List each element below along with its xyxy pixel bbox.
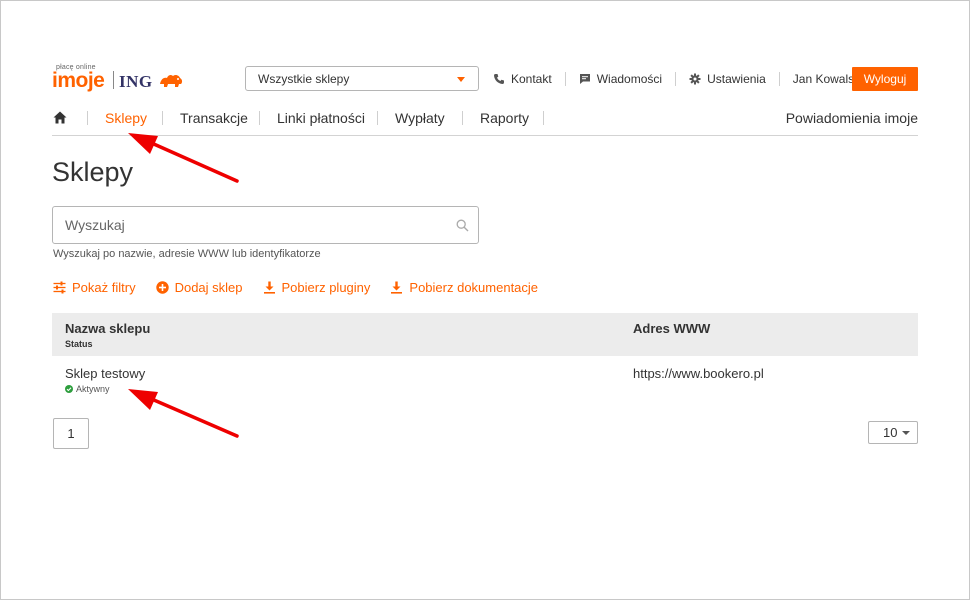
per-page-select[interactable]: 10 [868, 421, 918, 444]
divider [778, 72, 780, 86]
home-icon[interactable] [53, 111, 67, 124]
chevron-down-icon [457, 77, 465, 82]
message-icon [579, 74, 590, 84]
gear-icon [689, 73, 701, 85]
logout-button[interactable]: Wyloguj [852, 67, 918, 91]
column-header-status: Status [65, 339, 93, 349]
phone-icon [494, 74, 504, 84]
download-icon [263, 281, 275, 294]
page-button[interactable]: 1 [53, 418, 89, 449]
search-hint: Wyszukaj po nazwie, adresie WWW lub iden… [53, 248, 321, 260]
nav-divider [87, 111, 88, 125]
nav-divider [259, 111, 260, 125]
divider [675, 72, 677, 86]
download-docs-button[interactable]: Pobierz dokumentacje [390, 280, 538, 295]
download-plugins-button[interactable]: Pobierz pluginy [263, 280, 371, 295]
status-badge: Aktywny [65, 384, 110, 394]
page-title: Sklepy [52, 157, 134, 187]
nav-item-linki-platnosci[interactable]: Linki płatności [277, 110, 365, 126]
search-box [52, 206, 479, 244]
nav-item-raporty[interactable]: Raporty [480, 110, 529, 126]
show-filters-button[interactable]: Pokaż filtry [53, 280, 136, 295]
column-header-name[interactable]: Nazwa sklepu [65, 321, 150, 336]
nav-divider [377, 111, 378, 125]
add-store-button[interactable]: Dodaj sklep [155, 280, 243, 295]
settings-link-label: Ustawienia [707, 72, 766, 86]
column-header-www[interactable]: Adres WWW [633, 321, 710, 336]
logo-ing: ING [119, 72, 153, 91]
store-select-value: Wszystkie sklepy [258, 72, 350, 86]
nav-item-wyplaty[interactable]: Wypłaty [395, 110, 445, 126]
nav-item-powiadomienia[interactable]: Powiadomienia imoje [786, 110, 918, 126]
main-nav: Sklepy Transakcje Linki płatności Wypłat… [52, 108, 918, 136]
actions-bar: Pokaż filtry Dodaj sklep Pobierz pluginy… [53, 280, 558, 295]
download-icon [391, 281, 403, 294]
contact-link-label: Kontakt [511, 72, 552, 86]
download-docs-label: Pobierz dokumentacje [409, 280, 539, 295]
arrow-icon [128, 133, 239, 183]
logo-divider [113, 71, 114, 89]
messages-link-label: Wiadomości [596, 72, 663, 86]
chevron-down-icon [902, 431, 910, 435]
settings-link[interactable]: Ustawienia [689, 72, 766, 86]
add-store-label: Dodaj sklep [174, 280, 243, 295]
nav-item-transakcje[interactable]: Transakcje [180, 110, 248, 126]
logo-imoje: imoje [52, 69, 105, 92]
per-page-value: 10 [883, 425, 898, 440]
messages-link[interactable]: Wiadomości [579, 72, 662, 86]
filter-icon [53, 281, 66, 294]
nav-divider [543, 111, 544, 125]
show-filters-label: Pokaż filtry [72, 280, 136, 295]
ing-lion-icon [160, 74, 183, 87]
table-row[interactable]: Sklep testowy Aktywny https://www.booker… [52, 357, 918, 403]
store-select[interactable]: Wszystkie sklepy [245, 66, 479, 91]
search-input[interactable] [53, 207, 478, 243]
status-label: Aktywny [76, 384, 110, 394]
divider [564, 72, 566, 86]
check-circle-icon [65, 385, 73, 393]
download-plugins-label: Pobierz pluginy [281, 280, 371, 295]
nav-item-sklepy[interactable]: Sklepy [105, 110, 147, 126]
nav-divider [162, 111, 163, 125]
nav-divider [462, 111, 463, 125]
add-circle-icon [155, 281, 169, 294]
search-icon [456, 219, 469, 232]
store-name[interactable]: Sklep testowy [65, 366, 145, 381]
store-www: https://www.bookero.pl [633, 366, 764, 381]
contact-link[interactable]: Kontakt [493, 72, 552, 86]
table-header: Nazwa sklepu Status Adres WWW [52, 313, 918, 356]
top-links: Kontakt Wiadomości Ustawienia Jan Kowals… [493, 72, 863, 86]
imoje-ing-logo[interactable]: płacę online imoje ING [52, 64, 187, 92]
